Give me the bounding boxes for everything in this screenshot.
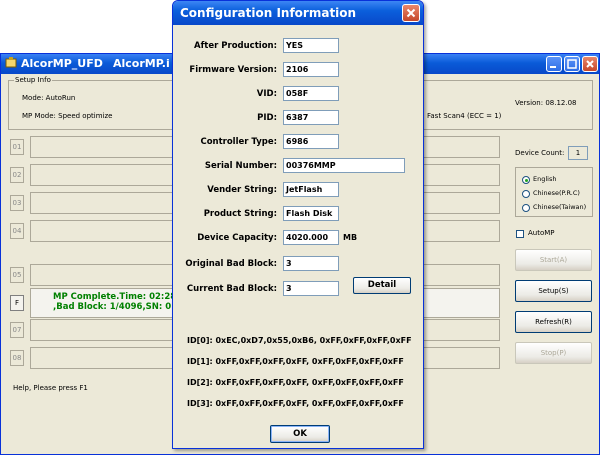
automp-checkbox[interactable]	[516, 230, 524, 238]
id-line-0: ID[0]: 0xEC,0xD7,0x55,0xB6, 0xFF,0xFF,0x…	[187, 336, 412, 345]
serial-number-label: Serial Number:	[204, 161, 277, 171]
after-production-field: YES	[283, 38, 339, 53]
mp-mode-text: MP Mode: Speed optimize	[22, 112, 113, 120]
language-label-chinese-taiwan: Chinese(Taiwan)	[533, 203, 587, 211]
detail-button[interactable]: Detail	[353, 277, 411, 294]
port-07-button[interactable]: 07	[10, 322, 24, 338]
language-label-english: English	[533, 175, 557, 183]
original-bad-block-label: Original Bad Block:	[185, 259, 277, 269]
id-line-2: ID[2]: 0xFF,0xFF,0xFF,0xFF, 0xFF,0xFF,0x…	[187, 378, 404, 387]
product-string-label: Product String:	[203, 209, 277, 219]
firmware-version-label: Firmware Version:	[189, 65, 277, 75]
radio-english[interactable]	[522, 176, 530, 184]
stop-button[interactable]: Stop(P)	[515, 342, 592, 364]
current-bad-block-field: 3	[283, 281, 339, 296]
maximize-button[interactable]	[564, 56, 580, 72]
vid-field: 058F	[283, 86, 339, 101]
ok-button[interactable]: OK	[270, 425, 330, 443]
setup-button[interactable]: Setup(S)	[515, 280, 592, 302]
vender-string-field: JetFlash	[283, 182, 339, 197]
close-icon	[406, 8, 416, 18]
dialog-close-button[interactable]	[402, 4, 420, 22]
serial-number-field: 00376MMP	[283, 158, 405, 173]
pid-field: 6387	[283, 110, 339, 125]
close-icon	[586, 60, 594, 68]
port-08-button[interactable]: 08	[10, 350, 24, 366]
port-f-button[interactable]: F	[10, 295, 24, 311]
mode-text: Mode: AutoRun	[22, 94, 76, 102]
device-count-value: 1	[568, 146, 588, 160]
vender-string-label: Vender String:	[207, 185, 277, 195]
minimize-icon	[550, 66, 556, 68]
start-button[interactable]: Start(A)	[515, 249, 592, 271]
minimize-button[interactable]	[546, 56, 562, 72]
port-04-button[interactable]: 04	[10, 223, 24, 239]
controller-type-field: 6986	[283, 134, 339, 149]
port-03-button[interactable]: 03	[10, 195, 24, 211]
original-bad-block-field: 3	[283, 256, 339, 271]
radio-chinese-taiwan[interactable]	[522, 204, 530, 212]
language-label-chinese-prc: Chinese(P.R.C)	[533, 189, 580, 197]
after-production-label: After Production:	[194, 41, 277, 51]
automp-label: AutoMP	[528, 229, 555, 237]
product-string-field: Flash Disk	[283, 206, 339, 221]
configuration-dialog: Configuration Information After Producti…	[172, 0, 424, 449]
port-f-message: MP Complete.Time: 02:28 C ,Bad Block: 1/…	[53, 292, 185, 312]
port-05-button[interactable]: 05	[10, 267, 24, 283]
close-button[interactable]	[582, 56, 598, 72]
device-capacity-label: Device Capacity:	[197, 233, 277, 243]
pid-label: PID:	[257, 113, 277, 123]
port-f-message-line-2: ,Bad Block: 1/4096,SN: 0	[53, 302, 172, 312]
radio-chinese-prc[interactable]	[522, 190, 530, 198]
language-group: English Chinese(P.R.C) Chinese(Taiwan)	[515, 167, 593, 217]
port-01-button[interactable]: 01	[10, 139, 24, 155]
dialog-title: Configuration Information	[180, 6, 357, 20]
device-capacity-field: 4020.000	[283, 230, 339, 245]
status-bar-text: Help, Please press F1	[13, 384, 88, 392]
port-02-button[interactable]: 02	[10, 167, 24, 183]
main-title-secondary: AlcorMP.i	[113, 57, 170, 70]
id-line-3: ID[3]: 0xFF,0xFF,0xFF,0xFF, 0xFF,0xFF,0x…	[187, 399, 404, 408]
setup-info-label: Setup Info	[14, 76, 52, 84]
current-bad-block-label: Current Bad Block:	[186, 284, 277, 294]
maximize-icon	[567, 59, 577, 69]
controller-type-label: Controller Type:	[200, 137, 277, 147]
firmware-version-field: 2106	[283, 62, 339, 77]
id-line-1: ID[1]: 0xFF,0xFF,0xFF,0xFF, 0xFF,0xFF,0x…	[187, 357, 404, 366]
vid-label: VID:	[256, 89, 277, 99]
app-icon	[5, 57, 17, 69]
version-text: Version: 08.12.08	[515, 99, 577, 107]
device-count-label: Device Count:	[515, 149, 565, 157]
main-title: AlcorMP_UFD	[21, 57, 103, 70]
port-f-message-line-1: MP Complete.Time: 02:28 C	[53, 292, 186, 302]
scan-mode-text: Fast Scan4 (ECC = 1)	[427, 112, 502, 120]
refresh-button[interactable]: Refresh(R)	[515, 311, 592, 333]
device-capacity-unit: MB	[343, 233, 358, 242]
dialog-titlebar[interactable]: Configuration Information	[173, 1, 423, 25]
